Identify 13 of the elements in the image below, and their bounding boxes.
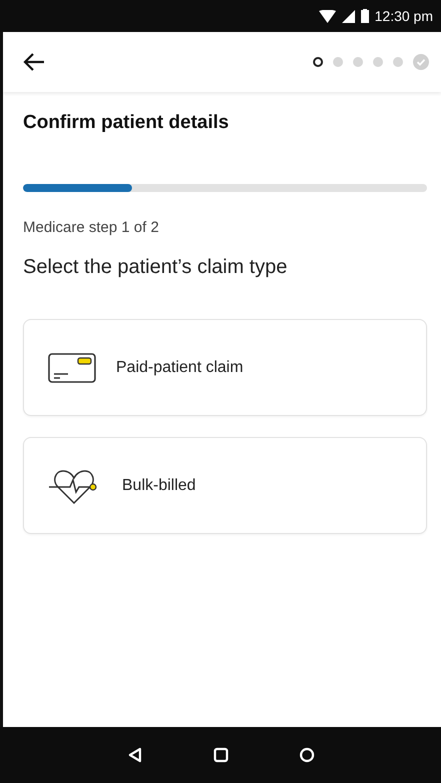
home-nav-button[interactable] [212, 747, 228, 763]
step-label: Medicare step 1 of 2 [23, 219, 160, 236]
question-text: Select the patient’s claim type [23, 256, 288, 279]
back-button[interactable] [23, 53, 45, 71]
status-time: 12:30 pm [374, 8, 433, 24]
wifi-icon [318, 10, 336, 22]
battery-icon [360, 9, 369, 23]
signal-icon [342, 10, 355, 22]
page-title: Confirm patient details [23, 112, 230, 134]
claim-option[interactable]: Paid-patient claim [23, 319, 427, 416]
claim-option[interactable]: Bulk-billed [23, 437, 427, 534]
back-nav-button[interactable] [126, 747, 142, 763]
recents-nav-button[interactable] [298, 747, 314, 763]
